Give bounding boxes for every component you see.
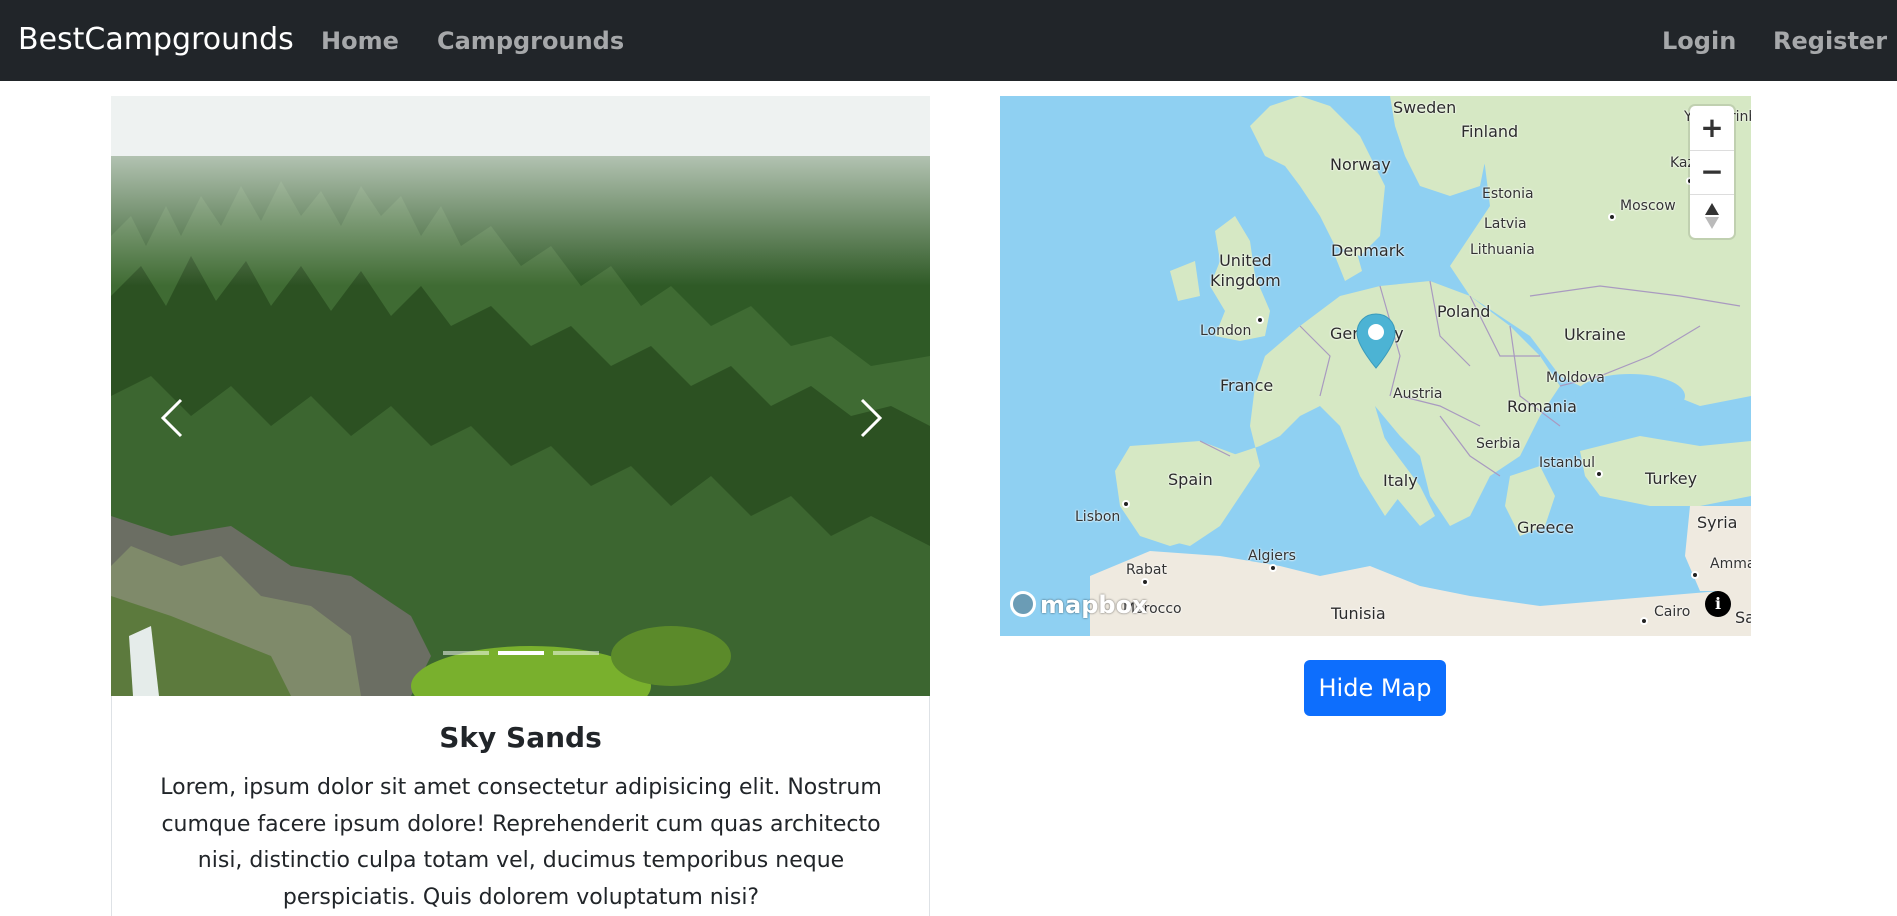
attribution-info-button[interactable]: i (1705, 591, 1731, 617)
hide-map-button[interactable]: Hide Map (1304, 660, 1446, 716)
map-label-serbia: Serbia (1476, 436, 1521, 452)
carousel-indicator-active[interactable] (498, 651, 544, 655)
map-label-cairo: Cairo (1654, 604, 1691, 620)
map-label-algiers: Algiers (1248, 548, 1296, 564)
carousel-indicator[interactable] (443, 651, 489, 655)
nav-link-home[interactable]: Home (321, 24, 399, 58)
map-pin-icon[interactable] (1355, 312, 1397, 370)
campground-description: Lorem, ipsum dolor sit amet consectetur … (160, 775, 882, 910)
campground-card-body: Sky Sands Lorem, ipsum dolor sit amet co… (111, 696, 930, 916)
map-label-lisbon: Lisbon (1075, 509, 1121, 525)
map-label-finland: Finland (1461, 122, 1519, 141)
map-label-ukraine: Ukraine (1564, 325, 1626, 344)
nav-link-campgrounds[interactable]: Campgrounds (437, 24, 624, 58)
map-label-sa: Sa (1735, 608, 1751, 627)
map-label-poland: Poland (1437, 302, 1491, 321)
city-dot (1691, 571, 1699, 579)
map-label-united-kingdom: United Kingdom (1210, 251, 1281, 290)
map-label-estonia: Estonia (1482, 186, 1534, 202)
map-label-syria: Syria (1697, 513, 1738, 532)
city-dot (1269, 564, 1277, 572)
map-label-amman: Amman (1710, 556, 1751, 572)
forest-photo (111, 96, 930, 696)
map-label-austria: Austria (1393, 386, 1443, 402)
map-label-london: London (1200, 323, 1252, 339)
carousel-indicators (111, 651, 930, 657)
compass-button[interactable] (1690, 194, 1734, 238)
map-label-greece: Greece (1517, 518, 1574, 537)
campground-title: Sky Sands (439, 721, 602, 754)
map-label-france: France (1220, 376, 1274, 395)
map-label-istanbul: Istanbul (1539, 455, 1596, 471)
compass-icon (1705, 203, 1719, 229)
map-label-tunisia: Tunisia (1331, 604, 1386, 623)
mapbox-logo[interactable]: mapbox (1010, 591, 1148, 619)
map-label-romania: Romania (1507, 397, 1577, 416)
map-label-turkey: Turkey (1645, 469, 1698, 488)
zoom-out-button[interactable]: − (1690, 150, 1734, 194)
map-label-spain: Spain (1168, 470, 1213, 489)
map-label-lithuania: Lithuania (1470, 242, 1535, 258)
campground-image-carousel (111, 96, 930, 696)
city-dot (1122, 500, 1130, 508)
carousel-prev-button[interactable] (131, 368, 211, 468)
brand-link[interactable]: BestCampgrounds (18, 21, 294, 59)
map-label-latvia: Latvia (1484, 216, 1527, 232)
carousel-indicator[interactable] (553, 651, 599, 655)
city-dot (1595, 470, 1603, 478)
map-label-rabat: Rabat (1126, 562, 1167, 578)
map-label-moldova: Moldova (1546, 370, 1605, 386)
carousel-next-button[interactable] (828, 368, 908, 468)
nav-link-register[interactable]: Register (1773, 24, 1887, 58)
city-dot (1608, 213, 1616, 221)
navbar: BestCampgrounds Home Campgrounds Login R… (0, 0, 1897, 81)
map-label-moscow: Moscow (1620, 198, 1676, 214)
map-label-sweden: Sweden (1393, 98, 1457, 117)
chevron-left-icon (160, 398, 183, 438)
city-dot (1256, 316, 1264, 324)
zoom-in-button[interactable]: + (1690, 106, 1734, 150)
chevron-right-icon (860, 398, 883, 438)
nav-link-login[interactable]: Login (1662, 24, 1736, 58)
mapbox-logo-icon (1010, 591, 1036, 617)
map-navigation-control: + − (1690, 106, 1734, 238)
map-label-norway: Norway (1330, 155, 1391, 174)
city-dot (1141, 578, 1149, 586)
city-dot (1640, 617, 1648, 625)
map-label-denmark: Denmark (1331, 241, 1405, 260)
cluster-map[interactable]: Sweden Finland Norway Estonia Moscow Lat… (1000, 96, 1751, 636)
map-label-italy: Italy (1383, 471, 1418, 490)
